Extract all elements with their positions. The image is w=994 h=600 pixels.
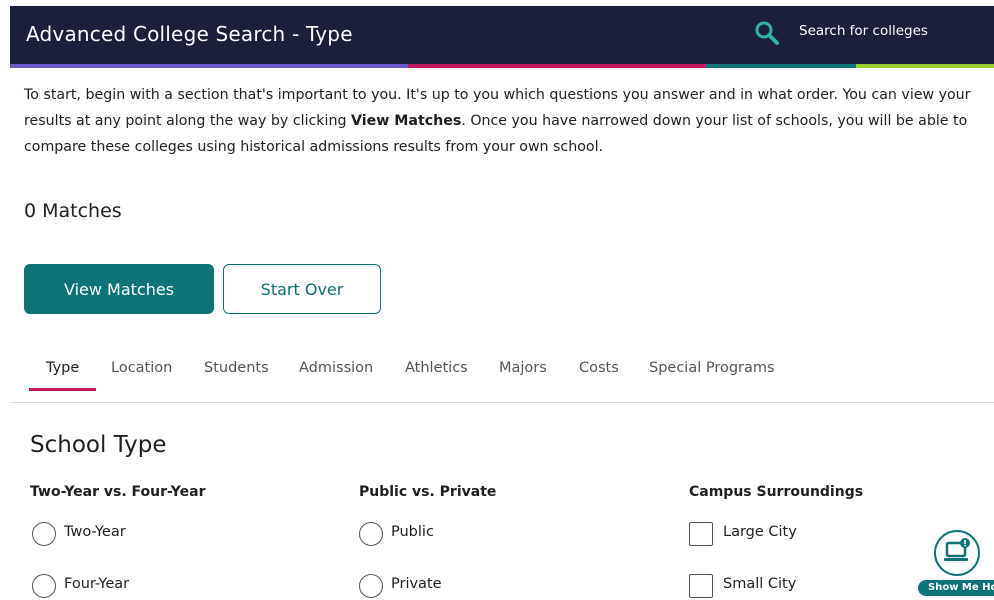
help-label: Show Me How [918,580,994,596]
option-label: Private [391,576,442,592]
view-matches-button[interactable]: View Matches [24,264,214,314]
laptop-help-icon [944,538,970,561]
radio-button[interactable] [32,574,56,598]
radio-button[interactable] [359,522,383,546]
accent-segment [856,64,994,68]
option-label: Two-Year [64,524,126,540]
section-title: School Type [30,432,167,458]
group-heading-duration: Two-Year vs. Four-Year [30,484,206,500]
tab-special-programs[interactable]: Special Programs [649,360,775,376]
radio-button[interactable] [359,574,383,598]
tab-admission[interactable]: Admission [299,360,373,376]
search-label: Search for colleges [799,23,928,39]
radio-option-private[interactable]: Private [359,574,499,600]
group-heading-control: Public vs. Private [359,484,497,500]
group-heading-surroundings: Campus Surroundings [689,484,864,500]
tab-costs[interactable]: Costs [579,360,619,376]
tab-type[interactable]: Type [46,360,79,376]
top-header: Advanced College Search - Type Search fo… [10,6,994,64]
tab-students[interactable]: Students [204,360,269,376]
radio-option-four-year[interactable]: Four-Year [32,574,172,600]
accent-color-bar [10,64,994,68]
radio-button[interactable] [32,522,56,546]
checkbox[interactable] [689,522,713,546]
radio-option-two-year[interactable]: Two-Year [32,522,172,548]
tab-athletics[interactable]: Athletics [405,360,468,376]
accent-segment [706,64,856,68]
tab-location[interactable]: Location [111,360,172,376]
start-over-button[interactable]: Start Over [223,264,381,314]
option-label: Public [391,524,434,540]
intro-text-bold: View Matches [350,113,462,129]
checkbox-option-large-city[interactable]: Large City [689,522,839,548]
radio-option-public[interactable]: Public [359,522,499,548]
accent-segment [10,64,408,68]
accent-segment [408,64,706,68]
page-title: Advanced College Search - Type [26,22,353,46]
matches-count: 0 Matches [24,200,122,222]
category-tabs: Type Location Students Admission Athleti… [10,346,994,403]
option-label: Large City [723,524,797,540]
option-label: Four-Year [64,576,130,592]
help-circle [934,530,980,576]
checkbox-option-small-city[interactable]: Small City [689,574,839,600]
option-label: Small City [723,576,797,592]
search-icon [755,21,779,45]
tab-majors[interactable]: Majors [499,360,547,376]
intro-text: To start, begin with a section that's im… [24,82,992,160]
checkbox[interactable] [689,574,713,598]
show-me-how-widget[interactable]: Show Me How [918,530,994,596]
active-tab-indicator [29,388,96,391]
